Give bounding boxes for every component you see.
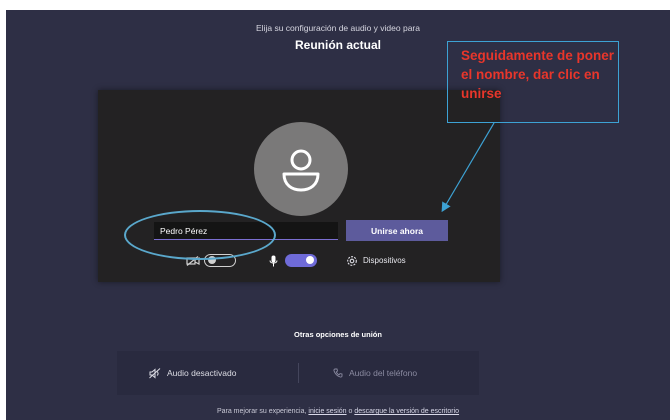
download-desktop-link[interactable]: descargue la versión de escritorio [354, 408, 459, 415]
gear-icon[interactable] [346, 255, 358, 267]
instruction-callout: Seguidamente de poner el nombre, dar cli… [447, 41, 619, 123]
join-now-button[interactable]: Unirse ahora [346, 220, 448, 241]
other-join-options: Audio desactivado Audio del teléfono [117, 351, 479, 395]
phone-audio-label: Audio del teléfono [349, 368, 418, 378]
phone-audio-option[interactable]: Audio del teléfono [333, 351, 417, 395]
speaker-off-icon [149, 367, 161, 379]
audio-off-label: Audio desactivado [167, 368, 237, 378]
avatar [254, 122, 348, 216]
signin-link[interactable]: inicie sesión [308, 408, 346, 415]
devices-button[interactable]: Dispositivos [363, 256, 406, 265]
phone-icon [333, 368, 343, 378]
camera-toggle[interactable] [204, 254, 236, 267]
device-controls: Dispositivos [98, 253, 500, 269]
instruction-text: Seguidamente de poner el nombre, dar cli… [461, 48, 615, 101]
options-divider [298, 363, 299, 383]
person-icon [282, 149, 320, 192]
teams-prejoin-screen: Elija su configuración de audio y video … [6, 10, 670, 420]
footer-middle: o [348, 408, 353, 415]
video-preview-panel: Unirse ahora Dispositivos [98, 90, 500, 282]
microphone-toggle-knob [306, 256, 314, 264]
camera-off-icon [186, 256, 200, 266]
name-input[interactable] [154, 222, 338, 240]
footer-text: Para mejorar su experiencia, inicie sesi… [6, 408, 670, 415]
footer-prefix: Para mejorar su experiencia, [216, 408, 307, 415]
other-options-title: Otras opciones de unión [294, 330, 382, 339]
microphone-icon [269, 255, 278, 267]
audio-off-option[interactable]: Audio desactivado [149, 351, 236, 395]
camera-toggle-knob [208, 256, 216, 264]
prejoin-subtitle: Elija su configuración de audio y video … [256, 23, 420, 33]
microphone-toggle[interactable] [285, 254, 317, 267]
